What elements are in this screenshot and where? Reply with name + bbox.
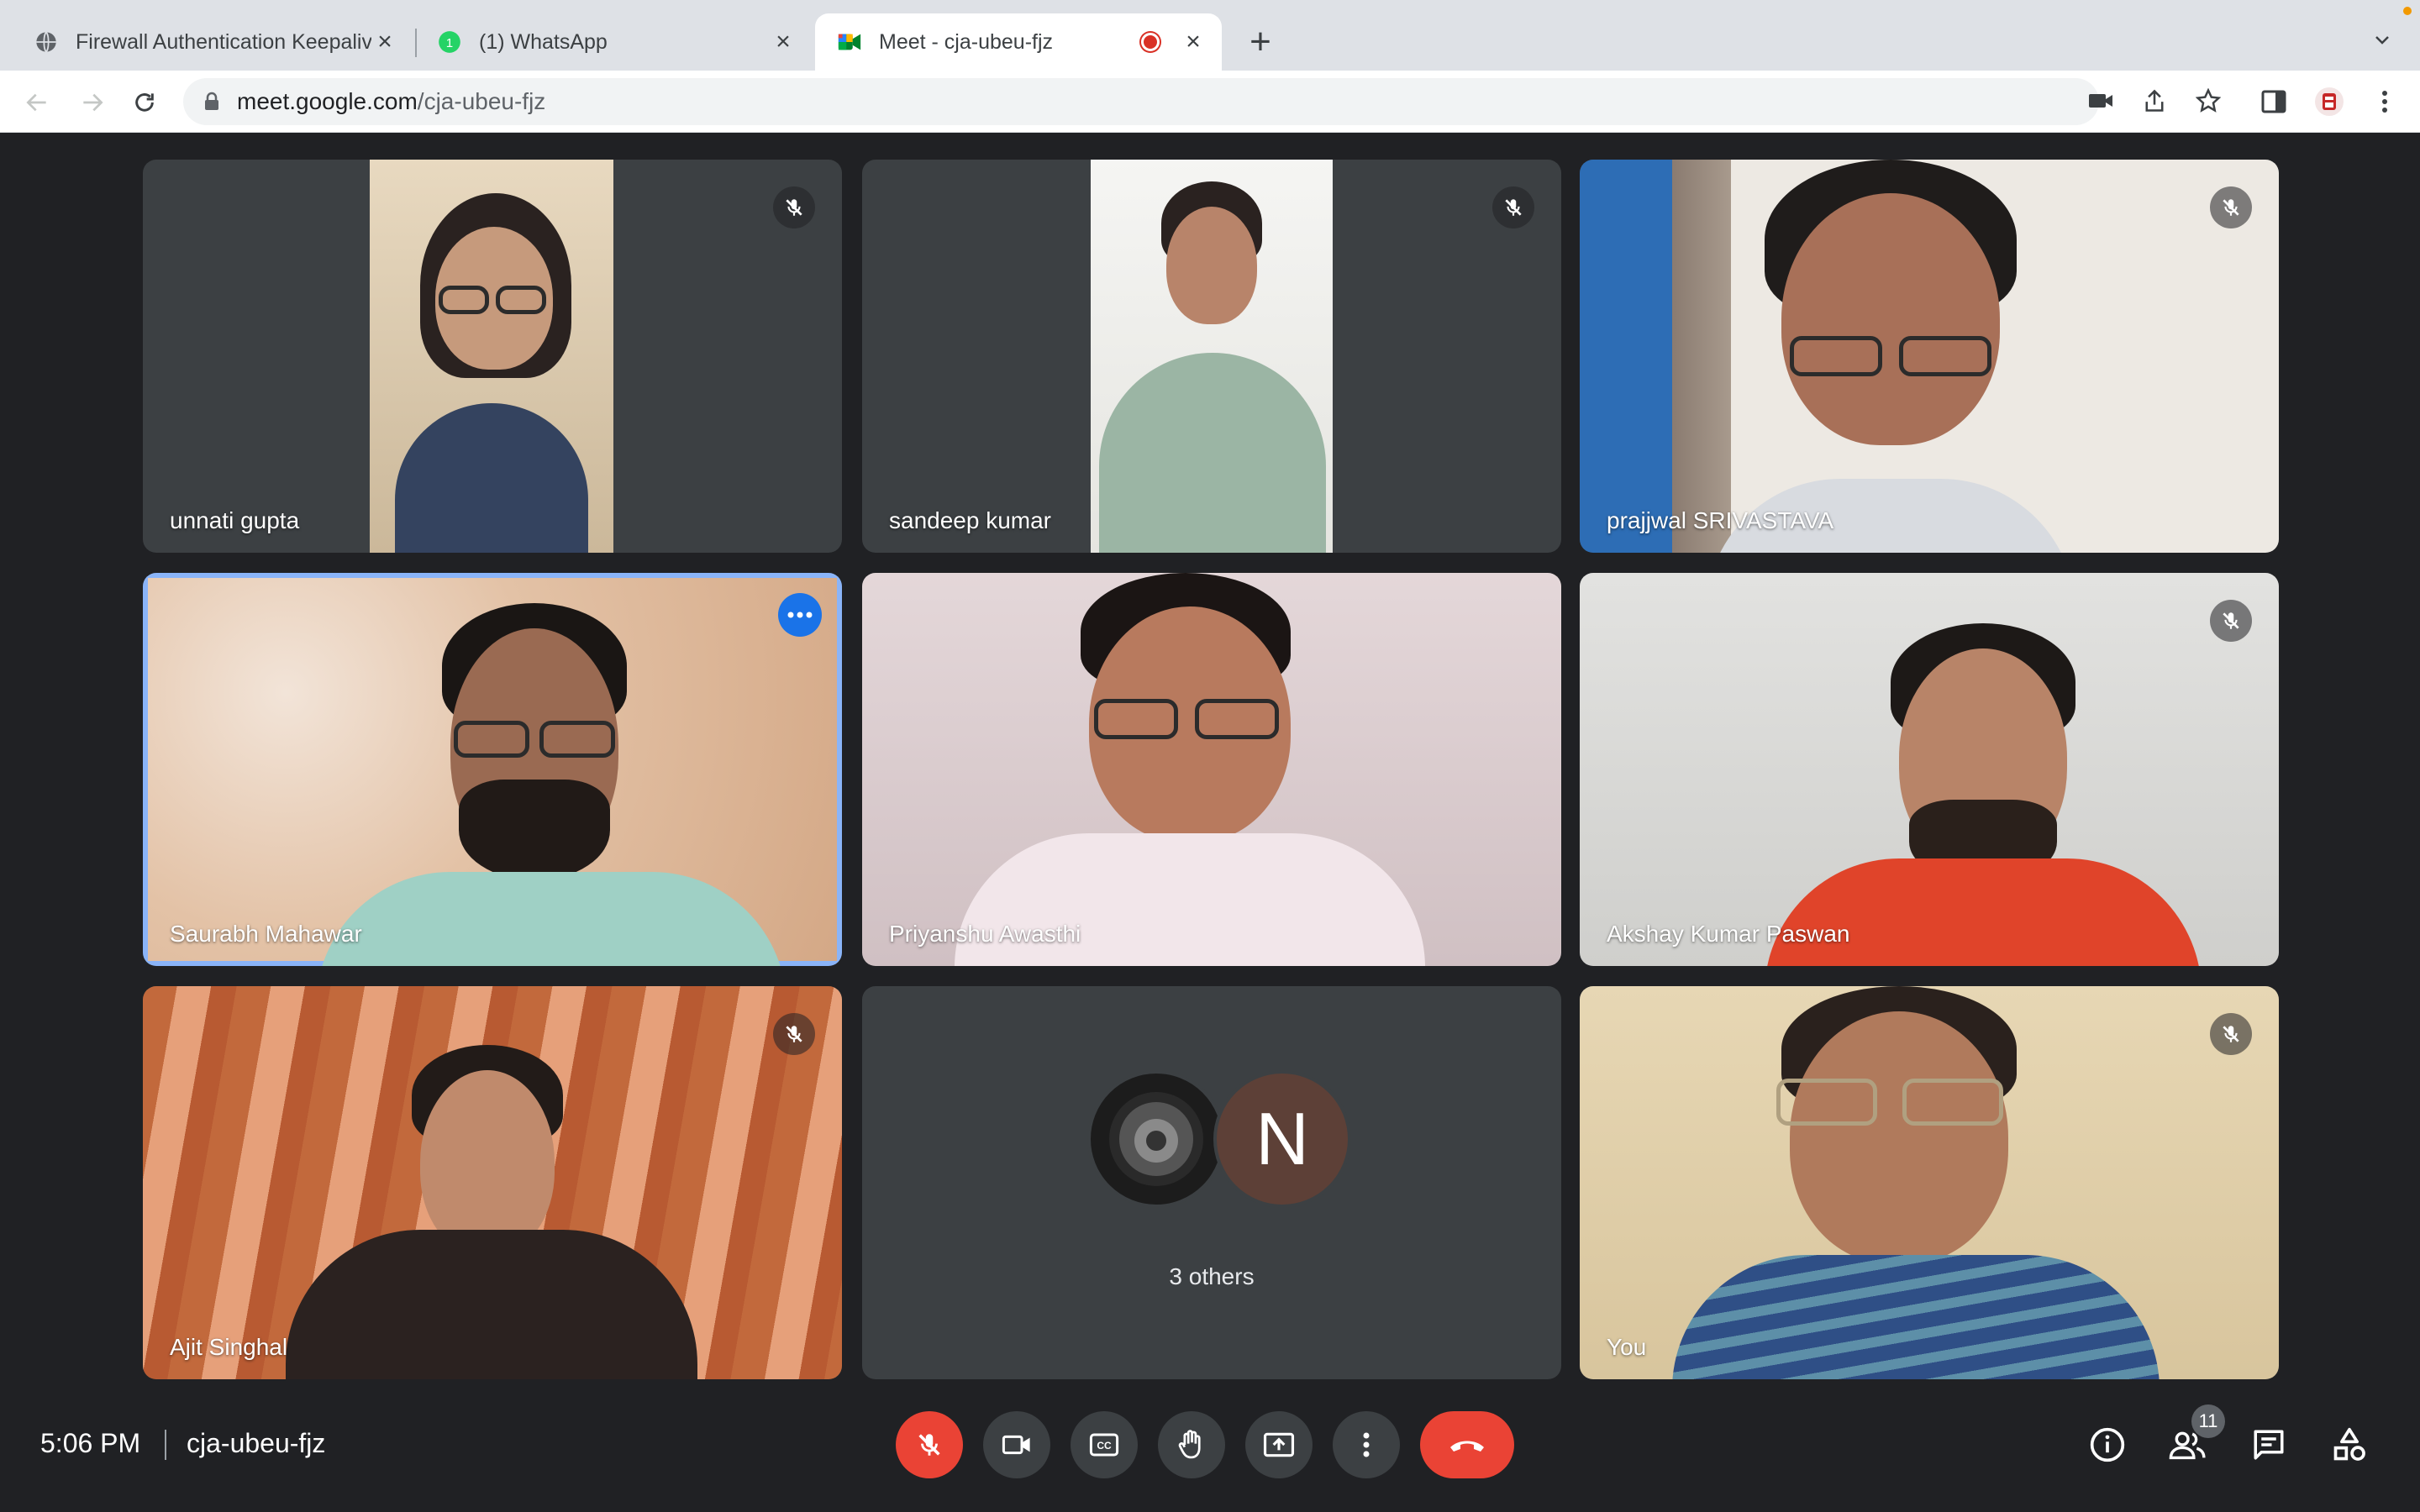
mic-off-icon [2210,600,2252,642]
captions-button[interactable]: CC [1071,1411,1138,1478]
profile-avatar-icon[interactable] [2312,85,2346,118]
bookmark-star-icon[interactable] [2191,84,2225,118]
more-vert-icon [1363,1432,1370,1457]
url-host: meet.google.com [237,88,418,114]
participant-video [143,986,842,1379]
participant-tile[interactable]: unnati gupta [143,160,842,553]
close-tab-icon[interactable]: × [1180,28,1207,55]
participant-video [862,573,1561,966]
activities-button[interactable] [2326,1421,2373,1468]
back-arrow-icon[interactable] [20,86,54,119]
meeting-info-button[interactable] [2084,1421,2131,1468]
participant-video [1580,160,2279,553]
leave-call-button[interactable] [1420,1411,1514,1478]
mic-off-icon [1492,186,1534,228]
share-icon[interactable] [2138,84,2171,118]
activities-icon [2333,1427,2365,1461]
participant-tile[interactable]: Priyanshu Awasthi [862,573,1561,966]
whatsapp-icon: 1 [437,29,462,55]
others-label: 3 others [1169,1263,1255,1289]
hang-up-icon [1450,1441,1484,1452]
close-tab-icon[interactable]: × [770,28,797,55]
participant-name: prajjwal SRIVASTAVA [1607,507,1834,533]
avatar [1087,1070,1225,1208]
tab-title: (1) WhatsApp [479,29,608,54]
others-tile[interactable]: N 3 others [862,986,1561,1379]
others-avatar-group: N [1087,1070,1356,1208]
tab-strip: Firewall Authentication Keepalive × 1 (1… [0,0,2420,71]
url-path: /cja-ubeu-fjz [417,88,546,114]
participant-tile[interactable]: Ajit Singhal [143,986,842,1379]
meeting-controls: 5:06 PM cja-ubeu-fjz CC 11 [0,1393,2420,1512]
recording-indicator-icon [1141,33,1160,51]
closed-captions-icon: CC [1089,1433,1119,1457]
forward-arrow-icon[interactable] [76,86,109,119]
tab-title: Meet - cja-ubeu-fjz [879,29,1054,54]
self-tile[interactable]: You [1580,986,2279,1379]
svg-text:CC: CC [1097,1440,1112,1452]
tab-title: Firewall Authentication Keepalive [76,29,371,54]
globe-icon [34,29,59,55]
browser-menu-icon[interactable] [2368,85,2402,118]
raise-hand-button[interactable] [1158,1411,1225,1478]
mic-off-icon [918,1434,940,1456]
chat-button[interactable] [2245,1421,2292,1468]
mic-off-icon [2210,1013,2252,1055]
side-panel-icon[interactable] [2257,85,2291,118]
participant-tile[interactable]: prajjwal SRIVASTAVA [1580,160,2279,553]
close-tab-icon[interactable]: × [371,28,398,55]
divider [165,1430,166,1460]
meet-icon [837,29,862,55]
mic-off-icon [773,1013,815,1055]
participant-video [148,578,837,966]
info-icon [2090,1427,2125,1462]
tab-firewall[interactable]: Firewall Authentication Keepalive × [0,13,413,71]
participant-tile[interactable]: sandeep kumar [862,160,1561,553]
meeting-code: cja-ubeu-fjz [187,1428,326,1458]
mic-off-icon [773,186,815,228]
participant-name: sandeep kumar [889,507,1052,533]
participant-name: Akshay Kumar Paswan [1607,921,1850,947]
participant-video [1091,160,1333,553]
chevron-down-icon[interactable] [2368,25,2396,54]
present-screen-button[interactable] [1245,1411,1313,1478]
more-options-icon[interactable] [778,593,822,637]
participant-tile[interactable]: Saurabh Mahawar [143,573,842,966]
meeting-grid: unnati gupta sandeep kumar prajjwal SRIV… [0,133,2420,1393]
camera-in-use-icon[interactable] [2084,84,2118,118]
profile-notification-dot [2403,7,2412,15]
reload-icon[interactable] [128,86,161,119]
participant-video [1580,986,2279,1379]
participant-name: Priyanshu Awasthi [889,921,1081,947]
participant-video [370,160,613,553]
more-options-button[interactable] [1333,1411,1400,1478]
svg-text:1: 1 [446,36,453,50]
hand-icon [1178,1430,1201,1459]
camera-toggle-button[interactable] [983,1411,1050,1478]
participant-name: You [1607,1334,1647,1360]
lock-icon[interactable] [202,90,222,113]
participant-tile[interactable]: Akshay Kumar Paswan [1580,573,2279,966]
participant-name: Saurabh Mahawar [170,921,362,947]
current-time: 5:06 PM [40,1428,141,1458]
browser-toolbar: meet.google.com/cja-ubeu-fjz [0,71,2420,133]
participant-name: unnati gupta [170,507,300,533]
new-tab-button[interactable]: + [1242,24,1279,60]
chat-icon [2254,1430,2284,1460]
mic-off-icon [2210,186,2252,228]
address-bar[interactable]: meet.google.com/cja-ubeu-fjz [183,78,2099,125]
present-screen-icon [1263,1432,1295,1457]
tab-meet[interactable]: Meet - cja-ubeu-fjz × [815,13,1222,71]
participant-name: Ajit Singhal [170,1334,288,1360]
tab-whatsapp[interactable]: 1 (1) WhatsApp × [417,13,812,71]
video-camera-icon [1002,1435,1030,1455]
avatar: N [1213,1070,1351,1208]
participant-count-badge: 11 [2191,1404,2225,1438]
mic-toggle-button[interactable] [896,1411,963,1478]
participant-video [1580,573,2279,966]
